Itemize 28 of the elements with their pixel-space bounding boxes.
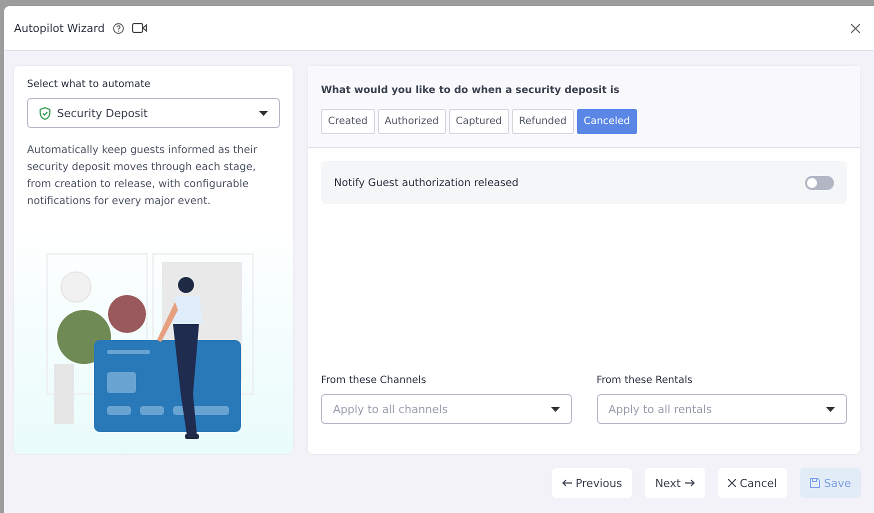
stage-tab[interactable]: Canceled: [576, 109, 637, 134]
previous-button[interactable]: Previous: [552, 468, 632, 498]
stage-tab[interactable]: Authorized: [378, 109, 446, 134]
description-text: Automatically keep guests informed as their security deposit moves through each stage, from creation to release, with configurable notifications for every major event.: [27, 143, 258, 209]
field-label: From these Channels: [321, 375, 428, 386]
field-label: Select what to automate: [27, 79, 152, 90]
automation-select[interactable]: Security Deposit: [27, 98, 280, 128]
stage-tab[interactable]: Captured: [448, 109, 509, 134]
help-icon[interactable]: [112, 22, 124, 34]
stage-tab[interactable]: Refunded: [512, 109, 574, 134]
caret-icon: [550, 406, 560, 412]
caret-icon: [259, 110, 268, 116]
close-icon: [728, 479, 736, 487]
field-label: From these Rentals: [596, 375, 694, 386]
next-button[interactable]: Next: [645, 468, 705, 498]
cancel-button[interactable]: Cancel: [718, 468, 787, 498]
shield-check-icon: [39, 106, 51, 120]
notification-label: Notify Guest authorization released: [334, 176, 518, 188]
video-camera-icon[interactable]: [132, 23, 147, 33]
window-title: Autopilot Wizard: [14, 22, 105, 34]
arrow-right-icon: [684, 479, 695, 487]
toggle-switch[interactable]: [805, 176, 834, 190]
caret-icon: [826, 406, 835, 412]
question-text: What would you like to do when a security deposit is: [321, 85, 620, 96]
arrow-left-icon: [562, 479, 572, 487]
stage-tab[interactable]: Created: [321, 109, 375, 134]
save-icon: [810, 478, 820, 488]
close-icon[interactable]: [851, 24, 860, 32]
